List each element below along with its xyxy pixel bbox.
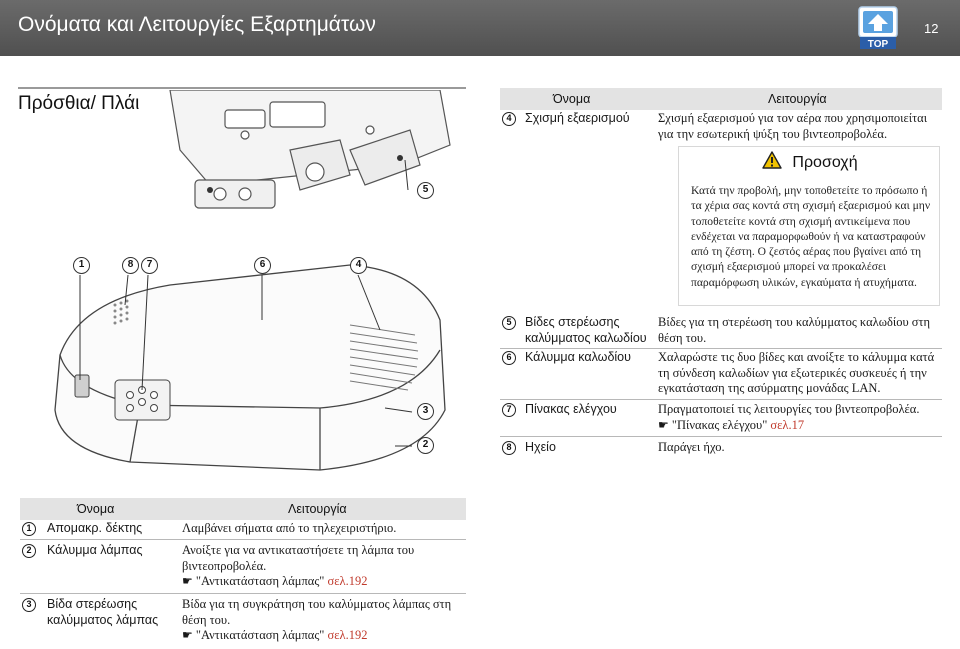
row-func-remote-receiver: Λαμβάνει σήματα από το τηλεχειριστήριο. [182, 521, 397, 535]
callout-4: 4 [350, 257, 367, 274]
caution-title: Προσοχή [792, 154, 858, 171]
right-header-name: Όνομα [553, 92, 591, 106]
row-name-lamp-cover-screw: Βίδα στερέωσης καλύμματος λάμπας [47, 597, 159, 627]
row-name-control-panel: Πίνακας ελέγχου [525, 402, 617, 416]
callout-3: 3 [417, 403, 434, 420]
caution-header: Προσοχή [679, 151, 941, 172]
pointing-hand-icon: ☛ [658, 417, 669, 432]
row-badge-7: 7 [502, 403, 516, 417]
top-label: TOP [868, 39, 889, 50]
ref-link-lamp-cover-screw[interactable]: σελ.192 [328, 628, 368, 642]
row-func-lamp-cover-screw: Βίδα για τη συγκράτηση του καλύμματος λά… [182, 597, 464, 644]
row-name-vent: Σχισμή εξαερισμού [525, 111, 630, 125]
row-func-speaker: Παράγει ήχο. [658, 440, 725, 454]
row-name-cable-cover-screws: Βίδες στερέωσης καλύμματος καλωδίου [525, 315, 647, 345]
ref-text-lamp-cover: "Αντικατάσταση λάμπας" [195, 574, 325, 588]
row-divider [20, 593, 466, 594]
row-name-lamp-cover: Κάλυμμα λάμπας [47, 543, 143, 557]
ref-link-control-panel[interactable]: σελ.17 [770, 418, 804, 432]
section-rule [18, 87, 466, 89]
row-badge-1: 1 [22, 522, 36, 536]
row-func-lamp-cover-screw-text: Βίδα για τη συγκράτηση του καλύμματος λά… [182, 597, 452, 627]
pointing-hand-icon: ☛ [182, 628, 193, 642]
row-badge-5: 5 [502, 316, 516, 330]
page-number: 12 [924, 21, 939, 36]
ref-text-lamp-cover-screw: "Αντικατάσταση λάμπας" [195, 628, 325, 642]
right-table-header: Όνομα Λειτουργία [500, 88, 942, 110]
row-badge-3: 3 [22, 598, 36, 612]
row-name-remote-receiver: Απομακρ. δέκτης [47, 521, 143, 535]
row-ref-lamp-cover: ☛ "Αντικατάσταση λάμπας" σελ.192 [182, 574, 464, 590]
pointing-hand-icon: ☛ [182, 574, 193, 588]
callout-8: 8 [122, 257, 139, 274]
caution-text: Κατά την προβολή, μην τοποθετείτε το πρό… [691, 184, 931, 289]
ref-link-lamp-cover[interactable]: σελ.192 [328, 574, 368, 588]
row-badge-6: 6 [502, 351, 516, 365]
row-func-cable-cover-screws: Βίδες για τη στερέωση του καλύμματος καλ… [658, 315, 931, 345]
callout-2: 2 [417, 437, 434, 454]
callout-7: 7 [141, 257, 158, 274]
top-arrow-icon: TOP [858, 6, 898, 50]
bottom-table-header: Όνομα Λειτουργία [20, 498, 466, 520]
projector-illustration [54, 89, 451, 471]
row-func-vent: Σχισμή εξαερισμού για τον αέρα που χρησι… [658, 111, 928, 141]
row-func-cable-cover: Χαλαρώστε τις δυο βίδες και ανοίξτε το κ… [658, 350, 935, 395]
row-func-lamp-cover: Ανοίξτε για να αντικαταστήσετε τη λάμπα … [182, 543, 464, 590]
row-func-control-panel-text: Πραγματοποιεί τις λειτουργίες του βιντεο… [658, 402, 920, 416]
row-badge-2: 2 [22, 544, 36, 558]
page-header: Ονόματα και Λειτουργίες Εξαρτημάτων TOP … [0, 0, 960, 56]
callout-5: 5 [417, 182, 434, 199]
top-button[interactable]: TOP [857, 5, 899, 51]
row-divider [500, 348, 942, 349]
bottom-header-name: Όνομα [77, 502, 115, 516]
row-ref-lamp-cover-screw: ☛ "Αντικατάσταση λάμπας" σελ.192 [182, 628, 464, 644]
row-ref-control-panel: ☛ "Πίνακας ελέγχου" σελ.17 [658, 418, 940, 434]
right-header-function: Λειτουργία [768, 92, 827, 106]
callout-1: 1 [73, 257, 90, 274]
page-title: Ονόματα και Λειτουργίες Εξαρτημάτων [18, 13, 376, 36]
caution-box: Προσοχή Κατά την προβολή, μην τοποθετείτ… [678, 146, 940, 306]
ref-text-control-panel: "Πίνακας ελέγχου" [671, 417, 768, 432]
row-divider [500, 399, 942, 400]
row-badge-8: 8 [502, 441, 516, 455]
projector-figure: 1 8 7 6 4 5 3 2 [20, 89, 470, 480]
bottom-header-function: Λειτουργία [288, 502, 347, 516]
warning-triangle-icon [762, 151, 783, 169]
row-name-speaker: Ηχείο [525, 440, 556, 454]
row-name-cable-cover: Κάλυμμα καλωδίου [525, 350, 631, 364]
row-badge-4: 4 [502, 112, 516, 126]
row-func-control-panel: Πραγματοποιεί τις λειτουργίες του βιντεο… [658, 402, 940, 433]
callout-6: 6 [254, 257, 271, 274]
row-func-lamp-cover-text: Ανοίξτε για να αντικαταστήσετε τη λάμπα … [182, 543, 415, 573]
row-divider [500, 436, 942, 437]
row-divider [20, 539, 466, 540]
